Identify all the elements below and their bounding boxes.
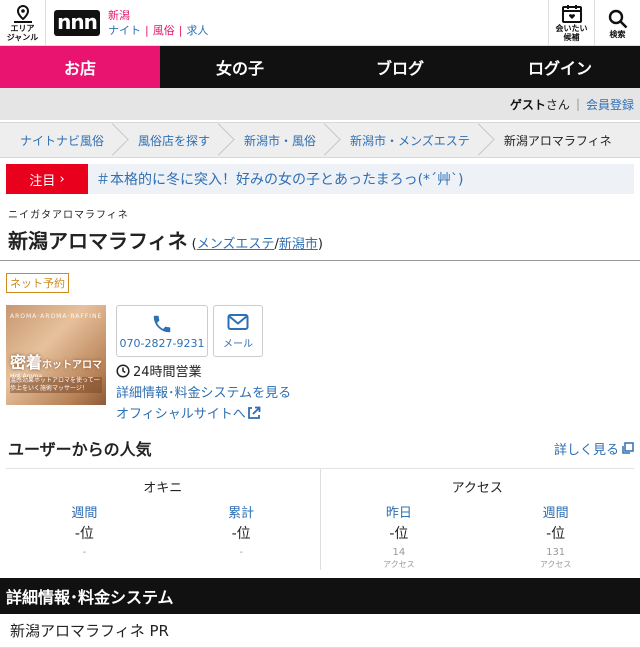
favorites-label-1: 会いたい — [555, 24, 588, 33]
shop-kana: ニイガタアロマラフィネ — [8, 210, 129, 221]
divider — [0, 260, 640, 261]
shop-thumbnail[interactable]: AROMA·AROMA·RAFFINE 密着ホットアロマ Hot Aroma 温… — [6, 305, 106, 405]
external-link-icon — [247, 406, 261, 419]
area-label: エリア — [10, 23, 35, 33]
breadcrumb-item[interactable]: ナイトナビ風俗 — [0, 123, 118, 157]
main-nav: お店 女の子 ブログ ログイン — [0, 46, 640, 88]
calendar-heart-icon — [561, 5, 582, 23]
notice-bar[interactable]: 注目 › ＃本格的に冬に突入！好みの女の子とあったまろっ(*´艸`) — [6, 164, 634, 194]
popularity-title: ユーザーからの人気 — [8, 440, 152, 459]
official-site-link[interactable]: オフィシャルサイトへ — [116, 403, 291, 422]
search-icon — [608, 9, 627, 28]
breadcrumb-current: 新潟アロマラフィネ — [503, 133, 612, 148]
popularity-header: ユーザーからの人気 詳しく見る — [8, 436, 634, 460]
breadcrumb-item[interactable]: 新潟市・風俗 — [224, 123, 330, 157]
search-label: 検索 — [609, 29, 626, 39]
copy-icon — [622, 441, 634, 454]
mail-icon — [227, 313, 249, 330]
chevron-right-icon: › — [55, 171, 65, 187]
favorites-label-2: 候補 — [563, 33, 580, 42]
phone-icon — [153, 315, 171, 332]
details-link[interactable]: 詳細情報･料金システムを見る — [116, 382, 291, 401]
site-logo[interactable]: nnn — [54, 9, 100, 36]
section-title: 詳細情報･料金システム — [0, 578, 640, 614]
link-jobs[interactable]: 求人 — [186, 24, 208, 37]
search-button[interactable]: 検索 — [594, 0, 640, 46]
mail-label: メール — [223, 338, 253, 350]
popularity-stats: オキニ 週間 -位 - 累計 -位 - アクセス 昨日 -位 14 アクセス 週間 -位 131 ア… — [6, 468, 634, 570]
breadcrumb-item[interactable]: 新潟市・メンズエステ — [330, 123, 484, 157]
net-reservation-badge: ネット予約 — [6, 273, 69, 293]
stats-group-okini: オキニ 週間 -位 - 累計 -位 - — [6, 469, 320, 570]
header-meta: 新潟 ナイト | 風俗 | 求人 — [108, 8, 209, 37]
pr-title: 新潟アロマラフィネ PR — [0, 614, 640, 648]
breadcrumb-item[interactable]: 風俗店を探す — [118, 123, 224, 157]
register-link[interactable]: 会員登録 — [586, 96, 634, 113]
stats-group-access: アクセス 昨日 -位 14 アクセス 週間 -位 131 アクセス — [319, 469, 635, 570]
favorites-button[interactable]: 会いたい 候補 — [548, 0, 594, 46]
stat-label[interactable]: 累計 — [163, 502, 320, 521]
tab-login[interactable]: ログイン — [480, 46, 640, 88]
shop-name: 新潟アロマラフィネ — [8, 229, 188, 253]
tab-shops[interactable]: お店 — [0, 46, 160, 88]
phone-number: 070-2827-9231 — [119, 336, 205, 350]
call-button[interactable]: 070-2827-9231 — [116, 305, 208, 357]
shop-title-row: 新潟アロマラフィネ (メンズエステ/新潟市) — [8, 225, 640, 254]
stat-label[interactable]: 週間 — [6, 502, 163, 521]
map-pin-icon — [13, 4, 32, 23]
popularity-more-link[interactable]: 詳しく見る — [554, 439, 634, 458]
city-link[interactable]: 新潟市 — [279, 237, 318, 252]
mail-button[interactable]: メール — [213, 305, 263, 357]
business-hours: 24時間営業 — [116, 361, 291, 380]
site-header: エリア ジャンル nnn 新潟 ナイト | 風俗 | 求人 会いたい 候補 検索 — [0, 0, 640, 46]
notice-tag: 注目 › — [6, 164, 88, 194]
category-link[interactable]: メンズエステ — [197, 237, 275, 252]
guest-suffix: さん — [545, 97, 570, 112]
tab-blog[interactable]: ブログ — [320, 46, 480, 88]
stat-label[interactable]: 昨日 — [321, 502, 478, 521]
link-fuzoku[interactable]: 風俗 — [153, 24, 175, 37]
tab-girls[interactable]: 女の子 — [160, 46, 320, 88]
guest-name: ゲスト — [509, 97, 546, 112]
guest-bar: ゲスト さん | 会員登録 — [0, 88, 640, 120]
prefecture-label: 新潟 — [108, 8, 130, 22]
stat-label[interactable]: 週間 — [477, 502, 634, 521]
genre-label: ジャンル — [6, 32, 39, 42]
notice-message[interactable]: ＃本格的に冬に突入！好みの女の子とあったまろっ(*´艸`) — [96, 169, 464, 189]
shop-info: AROMA·AROMA·RAFFINE 密着ホットアロマ Hot Aroma 温… — [0, 305, 640, 422]
area-genre-button[interactable]: エリア ジャンル — [0, 0, 46, 46]
link-night[interactable]: ナイト — [108, 24, 141, 37]
clock-icon — [116, 363, 130, 378]
breadcrumb: ナイトナビ風俗 風俗店を探す 新潟市・風俗 新潟市・メンズエステ 新潟アロマラフ… — [0, 122, 640, 158]
